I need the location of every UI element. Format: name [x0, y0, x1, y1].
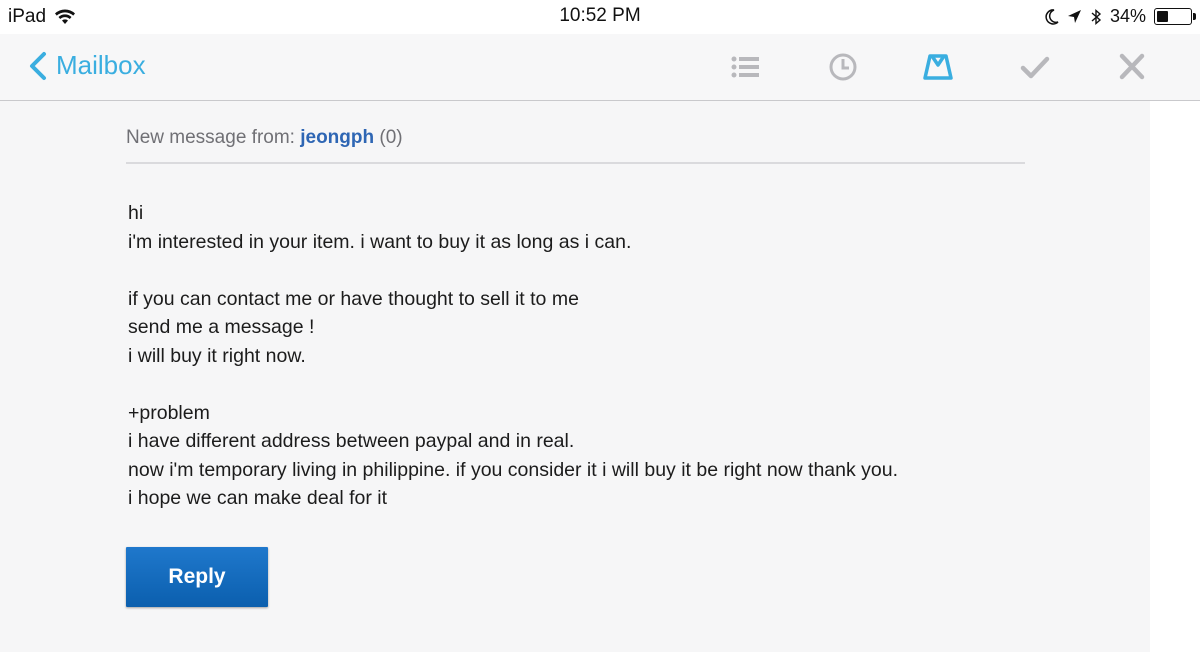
battery-icon [1154, 8, 1196, 25]
message-header: New message from: jeongph (0) [126, 127, 403, 149]
back-button[interactable]: Mailbox [28, 50, 146, 81]
nav-bar: Mailbox [0, 34, 1200, 101]
chevron-left-icon [30, 51, 46, 80]
bluetooth-icon [1091, 8, 1102, 25]
checkmark-icon [1020, 56, 1050, 79]
snooze-button[interactable] [825, 50, 861, 84]
close-icon [1119, 53, 1145, 80]
message-line: now i'm temporary living in philippine. … [128, 458, 899, 481]
header-divider [126, 162, 1025, 164]
location-arrow-icon [1067, 10, 1081, 23]
list-icon [731, 56, 759, 78]
message-line: i'm interested in your item. i want to b… [128, 230, 632, 253]
message-line: i will buy it right now. [128, 344, 306, 367]
battery-percent: 34% [1109, 6, 1146, 26]
delete-button[interactable] [1114, 50, 1150, 84]
message-view: New message from: jeongph (0) hi i'm inte… [0, 101, 1150, 652]
message-line: +problem [128, 401, 210, 424]
archive-button[interactable] [920, 50, 956, 84]
reply-button[interactable]: Reply [126, 547, 268, 607]
message-line: i have different address between paypal … [128, 430, 575, 452]
clock-icon [829, 53, 857, 81]
status-right: 34% [1045, 6, 1196, 27]
message-body: hi i'm interested in your item. i want to… [128, 199, 898, 513]
from-prefix: New message from: [126, 127, 295, 148]
message-line [128, 370, 898, 399]
back-label: Mailbox [56, 50, 146, 80]
message-line: i hope we can make deal for it [128, 487, 388, 509]
message-line: send me a message ! [128, 316, 315, 338]
message-line: hi [128, 202, 144, 224]
battery-level [1157, 11, 1168, 22]
sender-link[interactable]: jeongph [300, 127, 374, 148]
message-count: (0) [379, 127, 403, 148]
moon-icon [1045, 8, 1059, 25]
status-time: 10:52 PM [559, 5, 641, 26]
list-button[interactable] [727, 50, 763, 84]
message-line [128, 256, 898, 285]
message-line: if you can contact me or have thought to… [128, 287, 579, 310]
done-button[interactable] [1017, 50, 1053, 84]
archive-tray-icon [923, 54, 953, 80]
right-margin [1150, 101, 1200, 652]
status-bar: iPad 10:52 PM 34% [0, 0, 1200, 34]
